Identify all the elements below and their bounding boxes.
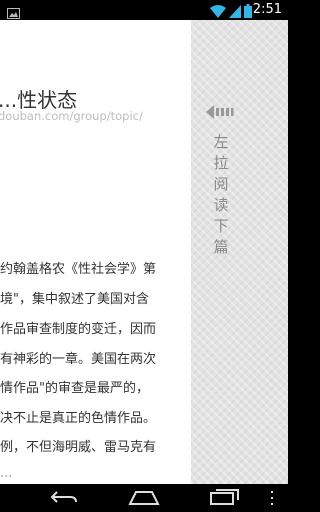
article-line: ... [0,466,13,481]
navigation-bar [0,484,288,512]
clock: 2:51 [252,2,282,17]
article-line: 有神彩的一章。美国在两次 [0,352,157,367]
swipe-left-label: 左 拉 阅 读 下 篇 [213,133,229,256]
article-line: 作品审查制度的变迁，因而 [0,322,157,337]
status-bar: 2:51 [0,0,288,20]
article-content[interactable]: ...性状态 douban.com/group/topic/ 约翰盖格农《性社会… [0,20,191,484]
article-line: 决不止是真正的色情作品。 [0,411,157,426]
back-icon[interactable] [50,488,78,510]
article-source-url[interactable]: douban.com/group/topic/ [0,109,143,123]
next-article-panel[interactable]: 左 拉 阅 读 下 篇 [191,20,288,484]
article-line: 例，不但海明威、雷马克有 [0,440,157,455]
swipe-left-arrow-icon [206,104,234,124]
article-line: 情作品"的审查是最严的， [0,381,149,396]
menu-icon[interactable] [270,490,274,509]
article-line: 境"，集中叙述了美国对含 [0,292,149,307]
home-icon[interactable] [128,488,160,510]
article-line: 约翰盖格农《性社会学》第 [0,262,157,277]
recent-apps-icon[interactable] [210,488,240,510]
